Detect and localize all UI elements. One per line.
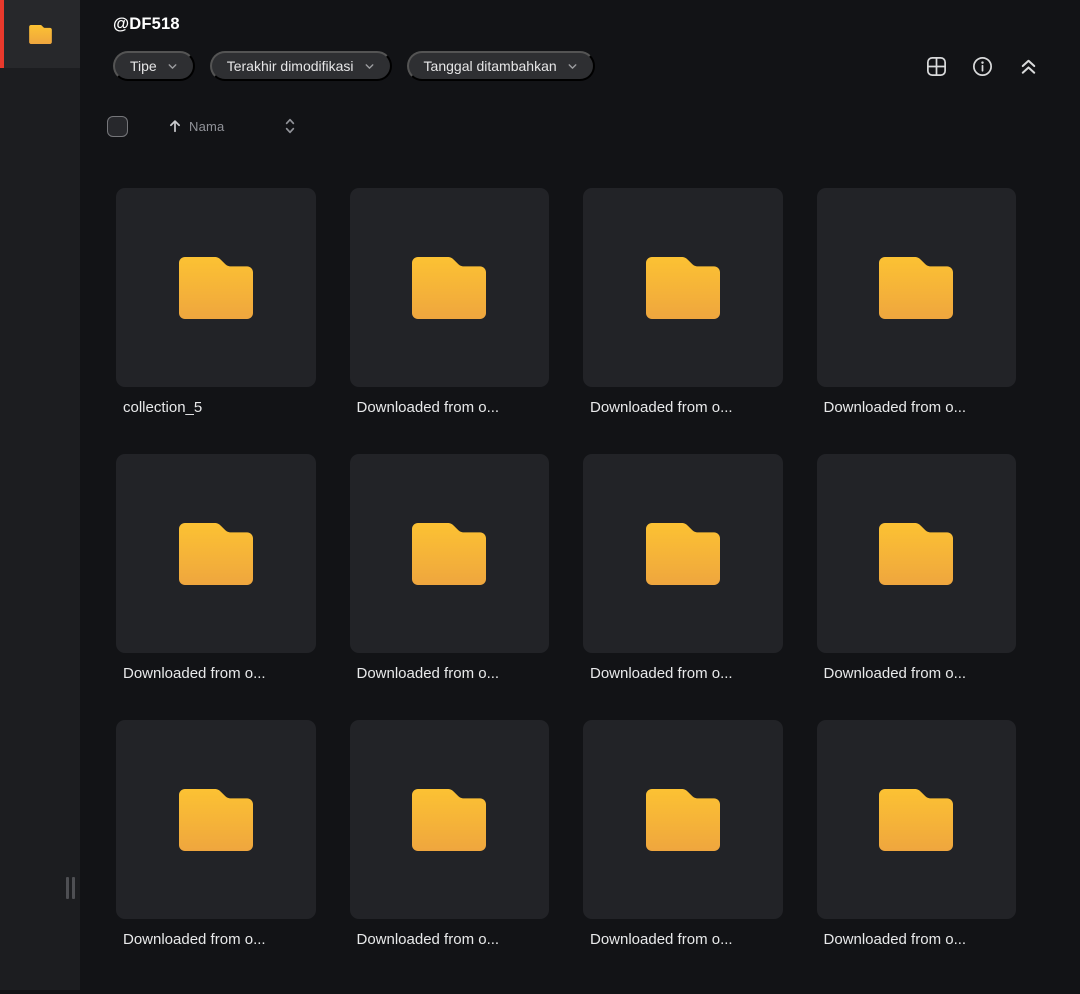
folder-name: Downloaded from o... bbox=[823, 399, 967, 416]
filter-chip-modified[interactable]: Terakhir dimodifikasi bbox=[209, 51, 392, 81]
folder-name: Downloaded from o... bbox=[356, 931, 500, 948]
view-toolbar bbox=[924, 54, 1040, 78]
folder-icon bbox=[645, 256, 720, 319]
folder-name: Downloaded from o... bbox=[123, 665, 266, 682]
folder-name: Downloaded from o... bbox=[590, 399, 733, 416]
sidebar bbox=[0, 0, 80, 990]
chevron-down-icon bbox=[568, 63, 577, 69]
folder-name: collection_5 bbox=[123, 399, 203, 416]
info-icon bbox=[972, 56, 992, 76]
sort-field-label: Nama bbox=[189, 118, 225, 134]
folder-card[interactable] bbox=[583, 188, 783, 387]
folder-tile[interactable]: Downloaded from o... bbox=[116, 454, 316, 682]
sort-field-selector[interactable] bbox=[282, 116, 298, 136]
folder-card[interactable] bbox=[349, 454, 549, 653]
folder-icon bbox=[178, 522, 253, 585]
main-content: @DF518 Tipe Terakhir dimodifikasi Tangga… bbox=[80, 0, 1080, 994]
folder-tile[interactable]: Downloaded from o... bbox=[583, 720, 783, 948]
active-item-indicator bbox=[0, 0, 4, 68]
folder-tile[interactable]: Downloaded from o... bbox=[583, 188, 783, 416]
folder-name: Downloaded from o... bbox=[356, 665, 500, 682]
page-title: @DF518 bbox=[113, 15, 180, 33]
info-button[interactable] bbox=[970, 54, 994, 78]
folder-icon bbox=[28, 24, 52, 44]
folder-card[interactable] bbox=[116, 188, 316, 387]
folder-card[interactable] bbox=[349, 188, 549, 387]
folder-name: Downloaded from o... bbox=[823, 665, 967, 682]
folder-card[interactable] bbox=[816, 720, 1016, 919]
filter-chip-label: Terakhir dimodifikasi bbox=[226, 58, 354, 74]
folder-card[interactable] bbox=[349, 720, 549, 919]
filter-bar: Tipe Terakhir dimodifikasi Tanggal ditam… bbox=[80, 51, 1080, 81]
folder-tile[interactable]: Downloaded from o... bbox=[816, 454, 1016, 682]
folder-tile[interactable]: collection_5 bbox=[116, 188, 316, 416]
filter-chip-date-added[interactable]: Tanggal ditambahkan bbox=[406, 51, 595, 81]
folder-name: Downloaded from o... bbox=[356, 399, 500, 416]
folder-icon bbox=[178, 256, 253, 319]
app-window: @DF518 Tipe Terakhir dimodifikasi Tangga… bbox=[0, 0, 1080, 994]
folder-name: Downloaded from o... bbox=[123, 931, 266, 948]
sidebar-item-files[interactable] bbox=[0, 0, 80, 68]
folder-icon bbox=[178, 788, 253, 851]
arrow-up-icon bbox=[170, 120, 180, 133]
folder-icon bbox=[879, 788, 954, 851]
folder-tile[interactable]: Downloaded from o... bbox=[116, 720, 316, 948]
folder-card[interactable] bbox=[116, 454, 316, 653]
folder-tile[interactable]: Downloaded from o... bbox=[349, 454, 549, 682]
files-grid: collection_5 Downloaded from o... Downlo… bbox=[80, 188, 1080, 948]
filter-chip-label: Tipe bbox=[130, 58, 157, 74]
folder-name: Downloaded from o... bbox=[590, 665, 733, 682]
folder-icon bbox=[879, 522, 954, 585]
folder-icon bbox=[412, 788, 487, 851]
sort-by-name-button[interactable]: Nama bbox=[166, 117, 224, 135]
collapse-up-icon bbox=[1021, 59, 1035, 74]
folder-name: Downloaded from o... bbox=[590, 931, 733, 948]
folder-card[interactable] bbox=[583, 454, 783, 653]
folder-tile[interactable]: Downloaded from o... bbox=[816, 188, 1016, 416]
grid-view-icon bbox=[926, 56, 946, 76]
folder-card[interactable] bbox=[816, 188, 1016, 387]
chevron-down-icon bbox=[168, 63, 177, 69]
folder-icon bbox=[879, 256, 954, 319]
sidebar-resize-handle[interactable] bbox=[66, 877, 75, 899]
folder-icon bbox=[645, 522, 720, 585]
folder-card[interactable] bbox=[816, 454, 1016, 653]
collapse-button[interactable] bbox=[1016, 54, 1040, 78]
folder-tile[interactable]: Downloaded from o... bbox=[349, 720, 549, 948]
folder-icon bbox=[645, 788, 720, 851]
folder-card[interactable] bbox=[116, 720, 316, 919]
folder-icon bbox=[412, 522, 487, 585]
folder-tile[interactable]: Downloaded from o... bbox=[583, 454, 783, 682]
filter-chip-type[interactable]: Tipe bbox=[113, 51, 195, 81]
select-all-checkbox[interactable] bbox=[107, 115, 128, 137]
folder-card[interactable] bbox=[583, 720, 783, 919]
folder-tile[interactable]: Downloaded from o... bbox=[816, 720, 1016, 948]
list-header: Nama bbox=[80, 115, 1080, 137]
folder-name: Downloaded from o... bbox=[823, 931, 967, 948]
filter-chip-label: Tanggal ditambahkan bbox=[423, 58, 557, 74]
chevron-up-down-icon bbox=[286, 118, 295, 134]
grid-view-button[interactable] bbox=[924, 54, 948, 78]
folder-icon bbox=[412, 256, 487, 319]
folder-tile[interactable]: Downloaded from o... bbox=[349, 188, 549, 416]
chevron-down-icon bbox=[365, 63, 374, 69]
